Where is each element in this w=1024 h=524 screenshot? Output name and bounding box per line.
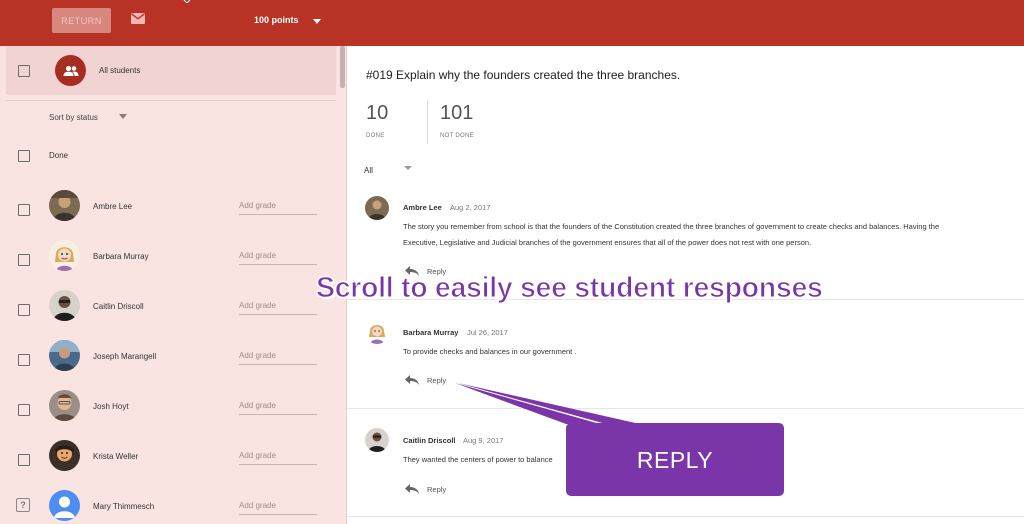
points-selector[interactable]: 100 points <box>254 15 299 25</box>
add-grade-input[interactable]: Add grade <box>239 345 317 365</box>
response-text-line: Executive, Legislative and Judicial bran… <box>403 238 812 247</box>
student-row[interactable]: Caitlin Driscoll Add grade <box>0 287 347 337</box>
all-students-row[interactable]: All students <box>6 46 336 95</box>
response-text-line: To provide checks and balances in our go… <box>403 347 577 356</box>
avatar <box>365 320 389 344</box>
add-grade-input[interactable]: Add grade <box>239 295 317 315</box>
return-button[interactable]: RETURN <box>52 8 111 33</box>
response-item: Barbara Murray Jul 26, 2017 To provide c… <box>347 318 1024 408</box>
chevron-down-icon[interactable] <box>404 166 412 170</box>
avatar <box>365 428 389 452</box>
student-checkbox[interactable] <box>18 404 30 416</box>
reply-callout-label: REPLY <box>636 446 714 473</box>
filter-dropdown[interactable]: All <box>364 166 373 175</box>
student-name: Joseph Marangell <box>93 352 157 361</box>
overlay-headline: Scroll to easily see student responses <box>316 272 824 305</box>
divider <box>6 100 336 101</box>
student-row[interactable]: Krista Weller Add grade <box>0 437 347 487</box>
student-name: Josh Hoyt <box>93 402 129 411</box>
student-name: Mary Thimmesch <box>93 502 155 511</box>
student-checkbox[interactable] <box>18 304 30 316</box>
help-icon[interactable]: ? <box>16 498 30 512</box>
student-checkbox[interactable] <box>18 454 30 466</box>
student-checkbox[interactable] <box>18 204 30 216</box>
student-row[interactable]: Joseph Marangell Add grade <box>0 337 347 387</box>
response-author: Caitlin Driscoll <box>403 436 456 445</box>
cursor-icon <box>183 0 191 3</box>
add-grade-input[interactable]: Add grade <box>239 395 317 415</box>
chevron-down-icon[interactable] <box>119 114 127 119</box>
add-grade-input[interactable]: Add grade <box>239 495 317 515</box>
not-done-label: NOT DONE <box>440 133 474 139</box>
student-row[interactable]: Mary Thimmesch Add grade <box>0 487 347 524</box>
student-row[interactable]: Josh Hoyt Add grade <box>0 387 347 437</box>
student-sidebar: All students Sort by status Done Ambre L… <box>0 46 347 524</box>
avatar <box>49 340 80 371</box>
response-date: Aug 2, 2017 <box>450 203 491 212</box>
avatar <box>49 290 80 321</box>
chevron-down-icon[interactable] <box>313 19 321 24</box>
not-done-count[interactable]: 101 <box>440 102 473 125</box>
reply-button[interactable]: Reply <box>427 376 446 385</box>
avatar <box>49 190 80 221</box>
reply-button[interactable]: Reply <box>427 485 446 494</box>
avatar <box>365 196 389 220</box>
student-row[interactable]: Ambre Lee Add grade <box>0 187 347 237</box>
reply-icon[interactable] <box>405 484 419 494</box>
add-grade-input[interactable]: Add grade <box>239 245 317 265</box>
avatar <box>49 390 80 421</box>
student-name: Caitlin Driscoll <box>93 302 144 311</box>
student-name: Krista Weller <box>93 452 139 461</box>
student-checkbox[interactable] <box>18 354 30 366</box>
mail-icon[interactable] <box>131 13 145 24</box>
group-icon <box>55 55 86 86</box>
response-date: Aug 9, 2017 <box>463 436 504 445</box>
response-author: Barbara Murray <box>403 328 459 337</box>
avatar <box>49 490 80 521</box>
avatar <box>49 440 80 471</box>
page-title: #019 Explain why the founders created th… <box>366 68 681 82</box>
divider <box>347 516 1024 517</box>
done-label: DONE <box>366 133 385 139</box>
add-grade-input[interactable]: Add grade <box>239 445 317 465</box>
avatar <box>49 240 80 271</box>
reply-icon[interactable] <box>405 375 419 385</box>
done-group-label: Done <box>49 151 69 160</box>
top-bar: RETURN 100 points <box>0 0 1024 46</box>
all-students-checkbox[interactable] <box>18 65 30 77</box>
response-author: Ambre Lee <box>403 203 442 212</box>
divider <box>347 408 1024 409</box>
student-name: Barbara Murray <box>93 252 149 261</box>
response-date: Jul 26, 2017 <box>467 328 508 337</box>
student-row[interactable]: Barbara Murray Add grade <box>0 237 347 287</box>
sidebar-scrollbar[interactable] <box>340 46 345 88</box>
done-group-checkbox[interactable] <box>18 150 30 162</box>
student-name: Ambre Lee <box>93 202 133 211</box>
sort-by-status-dropdown[interactable]: Sort by status <box>49 113 98 122</box>
done-count[interactable]: 10 <box>366 102 388 125</box>
student-checkbox[interactable] <box>18 254 30 266</box>
add-grade-input[interactable]: Add grade <box>239 195 317 215</box>
all-students-label: All students <box>99 66 141 75</box>
divider <box>427 100 428 144</box>
response-text-line: The story you remember from school is th… <box>403 222 940 231</box>
